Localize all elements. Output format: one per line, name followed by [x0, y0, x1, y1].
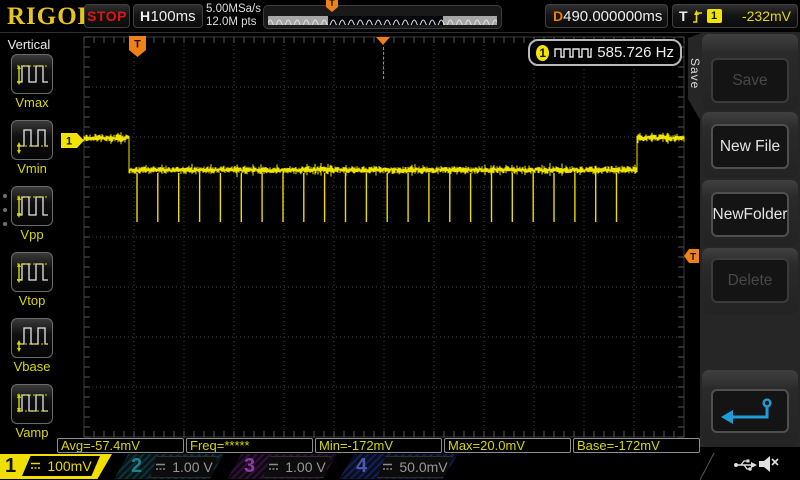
channel4-scale-box: 50.0mV: [377, 456, 453, 478]
dc-coupling-icon: [383, 463, 393, 470]
channel1-scale: 100mV: [47, 458, 92, 474]
stat-avg: Avg=-57.4mV: [57, 438, 184, 453]
delay-value: 490.000000ms: [563, 7, 663, 25]
stat-max: Max=20.0mV: [444, 438, 571, 453]
sidebar-item-vtop[interactable]: Vtop: [9, 252, 55, 308]
new-file-button[interactable]: New File: [711, 124, 789, 169]
channel1-offset-marker[interactable]: 1: [61, 133, 84, 148]
save-button[interactable]: Save: [711, 58, 789, 103]
dc-coupling-icon: [269, 463, 279, 470]
sidebar-item-label: Vbase: [13, 359, 51, 374]
sidebar-item-vamp[interactable]: Vamp: [9, 384, 55, 440]
channel3-scale-box: 1.00 V: [263, 456, 331, 478]
stat-min: Min=-172mV: [315, 438, 442, 453]
vamp-icon: [17, 393, 48, 413]
vtop-icon: [17, 263, 48, 283]
soft-menu: Save New File NewFolder Delete: [700, 32, 800, 447]
stat-freq: Freq=*****: [186, 438, 313, 453]
trigger-level-value: -232mV: [741, 8, 791, 24]
sidebar-item-label: Vpp: [20, 227, 44, 242]
return-arrow-icon: [721, 398, 772, 424]
vbase-icon: [17, 327, 48, 352]
top-bar: RIGOL STOP H 100ms 5.00MSa/s 12.0M pts T: [0, 0, 800, 33]
sidebar-item-label: Vmin: [17, 161, 47, 176]
trigger-label: T: [679, 8, 688, 24]
delay-readout[interactable]: D 490.000000ms: [545, 4, 668, 28]
sidebar-item-label: Vtop: [18, 293, 46, 308]
back-button[interactable]: [711, 389, 789, 433]
sidebar-item-vmax[interactable]: Vmax: [9, 54, 55, 110]
sidebar-item-label: Vamp: [15, 425, 49, 440]
channel2-number: 2: [131, 455, 143, 477]
svg-text:T: T: [329, 0, 335, 8]
channel4-number: 4: [356, 455, 368, 477]
trigger-position-flag-icon[interactable]: T: [326, 0, 338, 12]
channel2-scale-box: 1.00 V: [150, 456, 218, 478]
preview-band: [268, 16, 497, 25]
horizontal-center-marker-icon: [376, 37, 390, 45]
timebase-value: 100ms: [150, 7, 196, 25]
channel3-number: 3: [244, 455, 256, 477]
speaker-muted-icon: [759, 456, 779, 472]
trigger-level-marker-label: T: [690, 252, 696, 263]
sidebar-item-label: Vmax: [15, 95, 49, 110]
channel3-scale: 1.00 V: [285, 459, 326, 475]
sidebar-item-vpp[interactable]: Vpp: [9, 186, 55, 242]
sample-rate: 5.00MSa/s: [206, 3, 261, 15]
trigger-level-marker[interactable]: T: [684, 249, 699, 263]
channel4-tab[interactable]: 4 50.0mV: [339, 454, 458, 479]
oscilloscope-screen: RIGOL STOP H 100ms 5.00MSa/s 12.0M pts T: [0, 0, 800, 480]
square-wave-icon: [554, 48, 593, 58]
channel-bar: 1 100mV 2 1.00 V 3 1.00 V 4 50.0mV: [0, 453, 800, 480]
sidebar-item-vmin[interactable]: Vmin: [9, 120, 55, 176]
rising-edge-icon: [692, 9, 702, 23]
frequency-measurement-popup: 1 585.726 Hz: [528, 39, 682, 66]
channel1-number: 1: [5, 455, 17, 477]
new-folder-button[interactable]: NewFolder: [711, 192, 789, 237]
channel4-scale: 50.0mV: [399, 459, 448, 475]
bottom-bar-divider: [699, 453, 715, 480]
vpp-icon: [17, 195, 48, 218]
run-state-button[interactable]: STOP: [84, 4, 130, 28]
run-state-label: STOP: [87, 8, 127, 24]
waveform-preview-bar[interactable]: T: [263, 0, 502, 29]
trigger-position-flag[interactable]: T: [129, 36, 146, 57]
channel1-offset-marker-label: 1: [66, 136, 72, 148]
trigger-source-badge: 1: [706, 9, 722, 23]
frequency-value: 585.726 Hz: [597, 44, 674, 61]
preview-waveform: [268, 19, 497, 25]
vmax-icon: [17, 65, 48, 85]
trigger-position-flag-label: T: [134, 39, 141, 51]
channel2-tab[interactable]: 2 1.00 V: [114, 454, 224, 479]
channel1-tab[interactable]: 1 100mV: [0, 454, 112, 479]
rigol-logo: RIGOL: [7, 3, 96, 30]
sidebar-title: Vertical: [7, 37, 51, 52]
channel3-tab[interactable]: 3 1.00 V: [227, 454, 337, 479]
trigger-readout[interactable]: T 1 -232mV: [672, 4, 798, 28]
measurement-source-badge: 1: [536, 44, 550, 61]
scroll-dot: [3, 194, 7, 198]
stat-base: Base=-172mV: [573, 438, 700, 453]
horizontal-timebase-button[interactable]: H 100ms: [133, 4, 203, 28]
scroll-dot: [3, 222, 7, 226]
horizontal-center-dashed-line: [383, 47, 384, 79]
scroll-dot: [3, 208, 7, 212]
menu-tab-label: Save: [688, 58, 702, 90]
horizontal-label: H: [140, 8, 151, 24]
acquisition-info: 5.00MSa/s 12.0M pts: [206, 3, 261, 29]
sidebar-item-vbase[interactable]: Vbase: [9, 318, 55, 374]
dc-coupling-icon: [156, 463, 166, 470]
delete-button[interactable]: Delete: [711, 258, 789, 303]
usb-icon: [734, 459, 757, 471]
memory-depth: 12.0M pts: [206, 16, 257, 28]
delay-label: D: [553, 8, 564, 24]
dc-coupling-icon: [31, 462, 41, 469]
vmin-icon: [17, 129, 48, 154]
channel2-scale: 1.00 V: [172, 459, 213, 475]
channel1-waveform: [83, 132, 685, 222]
channel1-scale-box: 100mV: [22, 456, 100, 476]
